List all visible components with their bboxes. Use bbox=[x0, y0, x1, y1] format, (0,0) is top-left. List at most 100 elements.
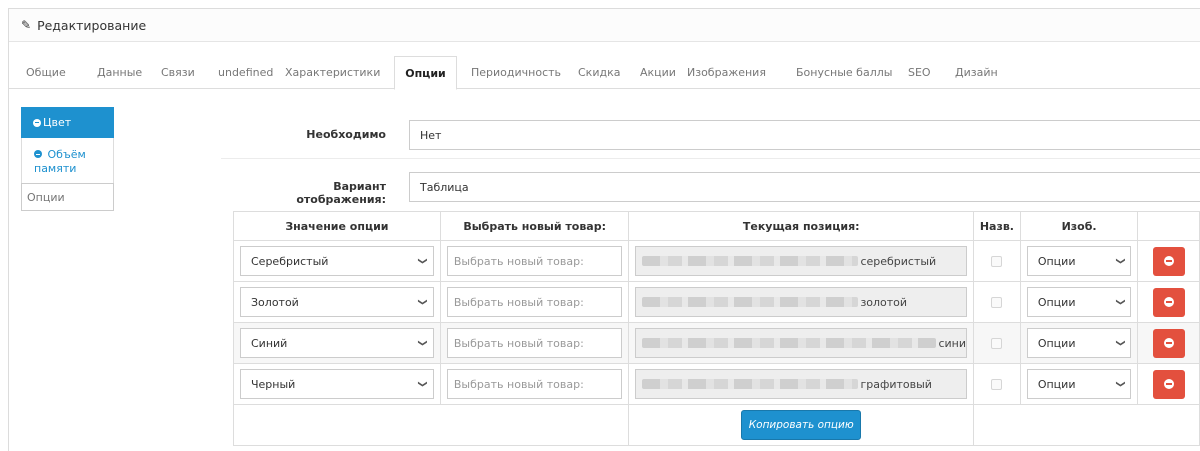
current-position-field: графитовый bbox=[635, 369, 967, 399]
image-select[interactable]: Опции ❯ bbox=[1026, 246, 1132, 276]
tab-design[interactable]: Дизайн bbox=[955, 56, 998, 89]
option-tab-color[interactable]: Цвет bbox=[21, 107, 114, 138]
current-position-field: серебристый bbox=[635, 246, 967, 276]
col-current-position: Текущая позиция: bbox=[628, 211, 974, 241]
image-select[interactable]: Опции ❯ bbox=[1026, 287, 1132, 317]
option-values-table: Значение опции Выбрать новый товар: Теку… bbox=[232, 211, 1200, 446]
table-row: Синий ❯ Выбрать новый товар: сини Опции ❯ bbox=[233, 322, 1200, 364]
name-checkbox[interactable] bbox=[991, 296, 1003, 308]
option-value-text: Серебристый bbox=[251, 254, 329, 268]
table-row: Золотой ❯ Выбрать новый товар: золотой Оп… bbox=[233, 281, 1200, 323]
tab-attributes[interactable]: Характеристики bbox=[285, 56, 380, 89]
chevron-down-icon: ❯ bbox=[417, 380, 428, 388]
new-product-input[interactable]: Выбрать новый товар: bbox=[446, 246, 623, 276]
col-actions bbox=[1137, 211, 1200, 241]
chevron-down-icon: ❯ bbox=[417, 339, 428, 347]
tab-periodicity[interactable]: Периодичность bbox=[471, 56, 561, 89]
new-product-input[interactable]: Выбрать новый товар: bbox=[446, 369, 623, 399]
required-value: Нет bbox=[420, 128, 442, 142]
image-select-text: Опции bbox=[1037, 336, 1076, 350]
option-tab-memory[interactable]: Объём памяти bbox=[21, 138, 114, 183]
minus-circle-icon[interactable] bbox=[33, 118, 41, 127]
minus-circle-icon[interactable] bbox=[34, 150, 42, 158]
add-option-input[interactable] bbox=[21, 183, 114, 211]
page-title: Редактирование bbox=[37, 17, 147, 33]
tab-data[interactable]: Данные bbox=[97, 56, 142, 89]
option-value-text: Черный bbox=[251, 377, 296, 391]
option-value-text: Синий bbox=[251, 336, 288, 350]
tab-options[interactable]: Опции bbox=[394, 56, 457, 90]
option-tab-label: Цвет bbox=[43, 116, 72, 129]
redacted-text bbox=[642, 379, 859, 389]
required-select[interactable]: Нет bbox=[409, 120, 1200, 150]
option-value-select[interactable]: Черный ❯ bbox=[240, 369, 434, 399]
current-position-text: серебристый bbox=[860, 254, 937, 268]
current-position-field: золотой bbox=[635, 287, 967, 317]
new-product-input[interactable]: Выбрать новый товар: bbox=[446, 287, 623, 317]
table-header: Значение опции Выбрать новый товар: Теку… bbox=[233, 211, 1200, 241]
chevron-down-icon: ❯ bbox=[1114, 380, 1125, 388]
minus-circle-icon bbox=[1163, 256, 1174, 266]
option-value-text: Золотой bbox=[251, 295, 299, 309]
current-position-text: золотой bbox=[860, 295, 908, 309]
col-option-value: Значение опции bbox=[233, 211, 441, 241]
minus-circle-icon bbox=[1163, 379, 1174, 389]
image-select-text: Опции bbox=[1037, 254, 1076, 268]
remove-button[interactable] bbox=[1152, 369, 1185, 399]
chevron-down-icon: ❯ bbox=[1114, 257, 1125, 265]
table-footer: Копировать опцию bbox=[232, 404, 1200, 446]
tab-general[interactable]: Общие bbox=[26, 56, 66, 89]
tab-discount[interactable]: Скидка bbox=[578, 56, 620, 89]
panel-heading: ✎ Редактирование bbox=[9, 9, 1200, 42]
current-position-text: сини bbox=[938, 336, 966, 350]
name-checkbox[interactable] bbox=[991, 378, 1003, 390]
tab-seo[interactable]: SEO bbox=[908, 56, 931, 89]
image-select[interactable]: Опции ❯ bbox=[1026, 328, 1132, 358]
tab-bar: Общие Данные Связи undefined Характерист… bbox=[9, 56, 1200, 90]
table-row: Серебристый ❯ Выбрать новый товар: серебр… bbox=[233, 240, 1200, 282]
copy-option-button[interactable]: Копировать опцию bbox=[741, 410, 862, 440]
minus-circle-icon bbox=[1163, 338, 1174, 348]
current-position-field: сини bbox=[635, 328, 967, 358]
name-checkbox[interactable] bbox=[991, 255, 1003, 267]
new-product-placeholder: Выбрать новый товар: bbox=[453, 336, 584, 350]
current-position-text: графитовый bbox=[860, 377, 932, 391]
display-variant-select[interactable]: Таблица bbox=[409, 172, 1200, 202]
pencil-icon: ✎ bbox=[21, 18, 32, 32]
required-label: Необходимо bbox=[306, 128, 386, 141]
tab-reward-points[interactable]: Бонусные баллы bbox=[796, 56, 892, 89]
col-image: Изоб. bbox=[1019, 211, 1139, 241]
image-select[interactable]: Опции ❯ bbox=[1026, 369, 1132, 399]
chevron-down-icon: ❯ bbox=[1114, 298, 1125, 306]
option-value-select[interactable]: Серебристый ❯ bbox=[240, 246, 434, 276]
option-value-select[interactable]: Синий ❯ bbox=[240, 328, 434, 358]
name-checkbox[interactable] bbox=[991, 337, 1003, 349]
image-select-text: Опции bbox=[1037, 295, 1076, 309]
image-select-text: Опции bbox=[1037, 377, 1076, 391]
chevron-down-icon: ❯ bbox=[417, 298, 428, 306]
redacted-text bbox=[642, 297, 859, 307]
tab-specials[interactable]: Акции bbox=[640, 56, 676, 89]
display-variant-label: Вариант отображения: bbox=[296, 180, 386, 206]
display-variant-value: Таблица bbox=[420, 180, 469, 194]
minus-circle-icon bbox=[1163, 297, 1174, 307]
table-row: Черный ❯ Выбрать новый товар: графитовый … bbox=[233, 363, 1200, 405]
col-new-product: Выбрать новый товар: bbox=[439, 211, 630, 241]
redacted-text bbox=[642, 256, 859, 266]
option-value-select[interactable]: Золотой ❯ bbox=[240, 287, 434, 317]
new-product-input[interactable]: Выбрать новый товар: bbox=[446, 328, 623, 358]
tab-images[interactable]: Изображения bbox=[687, 56, 766, 89]
option-vertical-tabs: Цвет Объём памяти bbox=[21, 107, 114, 211]
new-product-placeholder: Выбрать новый товар: bbox=[453, 295, 584, 309]
remove-button[interactable] bbox=[1152, 287, 1185, 317]
new-product-placeholder: Выбрать новый товар: bbox=[453, 377, 584, 391]
chevron-down-icon: ❯ bbox=[1114, 339, 1125, 347]
chevron-down-icon: ❯ bbox=[417, 257, 428, 265]
remove-button[interactable] bbox=[1152, 246, 1185, 276]
tab-links[interactable]: Связи bbox=[161, 56, 195, 89]
new-product-placeholder: Выбрать новый товар: bbox=[453, 254, 584, 268]
col-name: Назв. bbox=[972, 211, 1021, 241]
divider bbox=[221, 158, 1200, 159]
tab-undefined[interactable]: undefined bbox=[218, 56, 273, 89]
remove-button[interactable] bbox=[1152, 328, 1185, 358]
